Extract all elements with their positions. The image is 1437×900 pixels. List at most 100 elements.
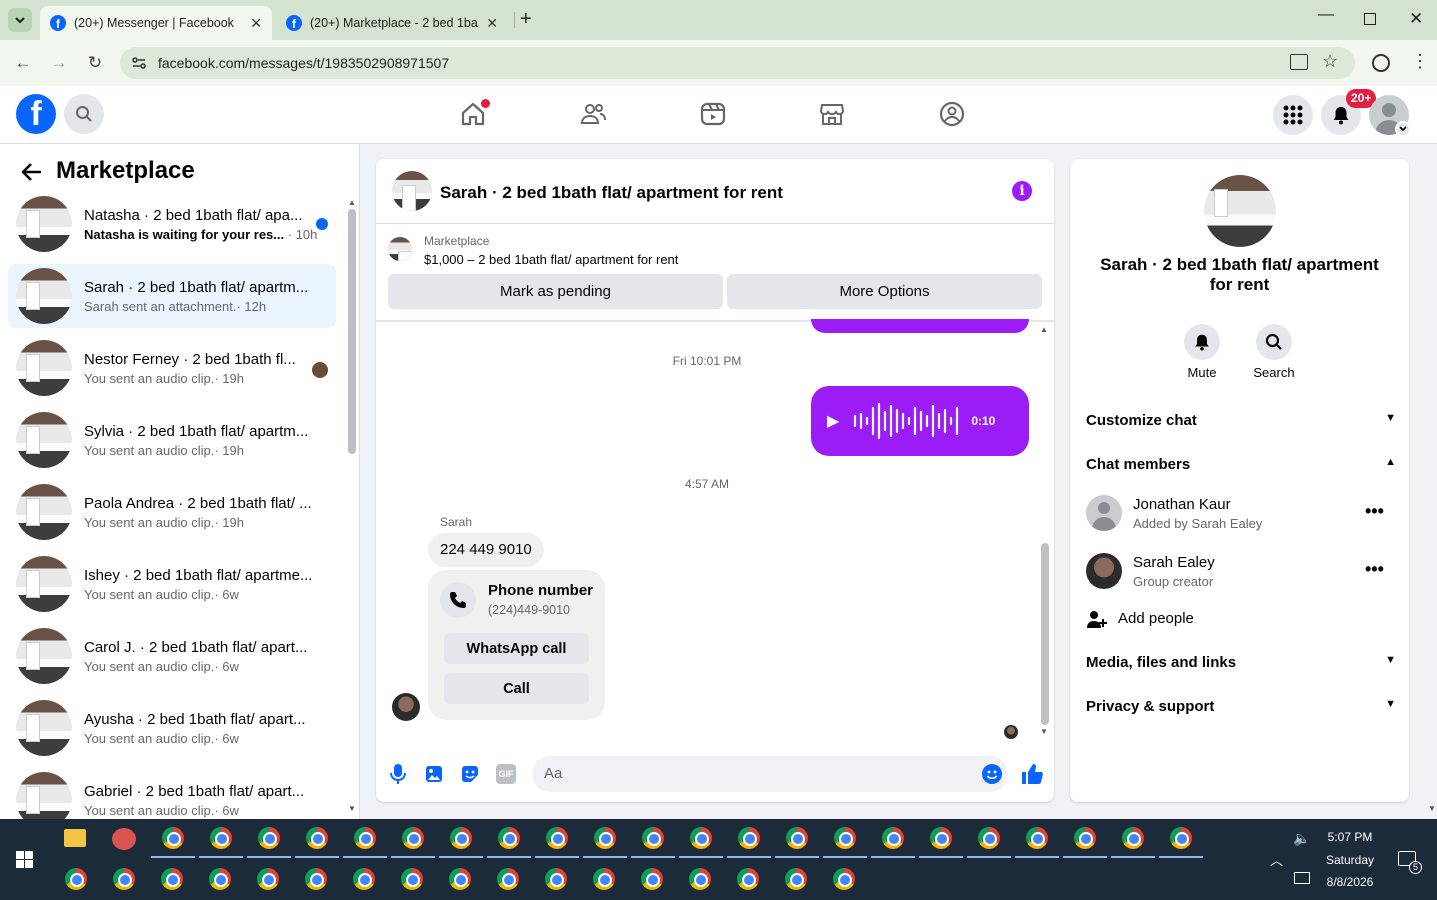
sender-avatar[interactable] [392, 693, 420, 721]
taskbar-browser-window[interactable] [774, 826, 819, 858]
taskbar-browser-window[interactable] [303, 867, 328, 891]
microphone-icon[interactable] [388, 763, 408, 785]
taskbar-browser-window[interactable] [447, 867, 472, 891]
taskbar-browser-window[interactable] [342, 826, 387, 858]
taskbar-browser-window[interactable] [159, 867, 184, 891]
network-icon[interactable] [1294, 872, 1310, 884]
taskbar-browser-window[interactable] [351, 867, 376, 891]
menu-dots-icon[interactable]: ⋮ [1411, 52, 1429, 70]
address-bar[interactable]: facebook.com/messages/t/1983502908971507 [120, 47, 1355, 79]
minimize-icon[interactable]: — [1318, 6, 1334, 24]
maximize-icon[interactable] [1364, 13, 1376, 25]
member-options-icon[interactable]: ••• [1365, 560, 1384, 578]
taskbar-browser-window[interactable] [582, 826, 627, 858]
friends-nav-icon[interactable] [579, 100, 607, 128]
scroll-up-arrow[interactable]: ▲ [348, 198, 356, 207]
taskbar-browser-window[interactable] [534, 826, 579, 858]
chat-scrollbar-thumb[interactable] [1041, 543, 1049, 725]
customize-chat-row[interactable]: Customize chat ▼ [1086, 412, 1396, 429]
conversation-item[interactable]: Natasha · 2 bed 1bath flat/ apa... Natas… [8, 192, 336, 256]
clock-time[interactable]: 5:07 PM [1318, 830, 1382, 844]
member-options-icon[interactable]: ••• [1365, 502, 1384, 520]
scroll-up-arrow[interactable]: ▲ [1040, 325, 1048, 334]
taskbar-browser-window[interactable] [726, 826, 771, 858]
video-nav-icon[interactable] [699, 100, 727, 128]
close-window-icon[interactable]: ✕ [1409, 9, 1423, 29]
member-name[interactable]: Sarah Ealey [1133, 554, 1215, 571]
gif-icon[interactable]: GIF [496, 764, 516, 784]
taskbar-browser-window[interactable] [639, 867, 664, 891]
file-explorer-icon[interactable] [64, 829, 86, 847]
message-input[interactable]: Aa [532, 756, 1008, 792]
taskbar-browser-window[interactable] [150, 826, 195, 858]
install-app-icon[interactable] [1290, 54, 1308, 70]
conversation-item[interactable]: Nestor Ferney · 2 bed 1bath fl... You se… [8, 336, 336, 400]
back-icon[interactable]: ← [10, 50, 36, 76]
thumbs-up-icon[interactable] [1020, 762, 1044, 786]
taskbar-browser-window[interactable] [1062, 826, 1107, 858]
search-button[interactable] [64, 94, 104, 134]
taskbar-browser-window[interactable] [390, 826, 435, 858]
taskbar-browser-window[interactable] [687, 867, 712, 891]
taskbar-browser-window[interactable] [255, 867, 280, 891]
sticker-icon[interactable] [460, 764, 480, 784]
profile-icon[interactable] [1372, 54, 1390, 72]
taskbar-browser-window[interactable] [783, 867, 808, 891]
taskbar-browser-window[interactable] [918, 826, 963, 858]
menu-button[interactable] [1273, 95, 1313, 135]
chat-avatar-large[interactable] [1204, 175, 1276, 247]
close-tab-icon[interactable]: ✕ [486, 15, 498, 32]
mute-button[interactable] [1184, 324, 1220, 360]
facebook-logo-icon[interactable]: f [16, 94, 56, 134]
reload-icon[interactable]: ↻ [82, 50, 108, 76]
taskbar-browser-window[interactable] [399, 867, 424, 891]
close-tab-icon[interactable]: ✕ [250, 15, 262, 32]
taskbar-browser-window[interactable] [438, 826, 483, 858]
taskbar-browser-window[interactable] [870, 826, 915, 858]
taskbar-browser-window[interactable] [207, 867, 232, 891]
taskbar-browser-window[interactable] [198, 826, 243, 858]
scroll-down-arrow[interactable]: ▼ [1040, 727, 1048, 736]
add-people-button[interactable]: Add people [1118, 610, 1194, 627]
whatsapp-call-button[interactable]: WhatsApp call [444, 633, 589, 664]
taskbar-browser-window[interactable] [822, 826, 867, 858]
search-chat-button[interactable] [1256, 324, 1292, 360]
scroll-down-arrow[interactable]: ▼ [348, 804, 356, 813]
chat-members-row[interactable]: Chat members ▲ [1086, 456, 1396, 473]
taskbar-browser-window[interactable] [111, 867, 136, 891]
bookmark-star-icon[interactable]: ☆ [1322, 51, 1338, 72]
mark-as-pending-button[interactable]: Mark as pending [388, 274, 723, 309]
conversation-item[interactable]: Sylvia · 2 bed 1bath flat/ apartm... You… [8, 408, 336, 472]
taskbar-browser-window[interactable] [831, 867, 856, 891]
taskbar-browser-window[interactable] [630, 826, 675, 858]
play-icon[interactable]: ▶ [827, 411, 839, 431]
taskbar-browser-window[interactable] [246, 826, 291, 858]
back-arrow-icon[interactable] [20, 160, 44, 184]
info-icon[interactable]: i [1012, 181, 1032, 201]
gaming-nav-icon[interactable] [938, 100, 966, 128]
tab-search-button[interactable] [8, 8, 32, 32]
audio-message-bubble[interactable]: ▶ 0:10 [811, 386, 1029, 456]
media-files-links-row[interactable]: Media, files and links ▼ [1086, 654, 1396, 671]
taskbar-browser-window[interactable] [591, 867, 616, 891]
chat-title[interactable]: Sarah · 2 bed 1bath flat/ apartment for … [440, 183, 783, 203]
taskbar-browser-window[interactable] [735, 867, 760, 891]
marketplace-nav-icon[interactable] [818, 100, 846, 128]
conversation-item-selected[interactable]: Sarah · 2 bed 1bath flat/ apartm... Sara… [8, 264, 336, 328]
incoming-message-bubble[interactable]: 224 449 9010 [428, 533, 544, 567]
taskbar-browser-window[interactable] [1110, 826, 1155, 858]
account-chevron-icon[interactable] [1395, 121, 1411, 137]
taskbar-browser-window[interactable] [486, 826, 531, 858]
member-name[interactable]: Jonathan Kaur [1133, 496, 1231, 513]
new-tab-icon[interactable]: + [520, 8, 532, 31]
chevron-up-icon[interactable]: ︿ [1270, 850, 1283, 869]
windows-start-icon[interactable] [16, 851, 33, 868]
taskbar-browser-window[interactable] [1158, 826, 1203, 858]
call-button[interactable]: Call [444, 673, 589, 704]
chat-header-avatar[interactable] [392, 171, 432, 211]
listing-text[interactable]: $1,000 – 2 bed 1bath flat/ apartment for… [424, 252, 678, 267]
page-scroll-down-arrow[interactable]: ▼ [1428, 804, 1436, 813]
privacy-support-row[interactable]: Privacy & support ▼ [1086, 698, 1396, 715]
paint-app-icon[interactable] [112, 828, 136, 850]
site-settings-icon[interactable] [131, 55, 147, 71]
